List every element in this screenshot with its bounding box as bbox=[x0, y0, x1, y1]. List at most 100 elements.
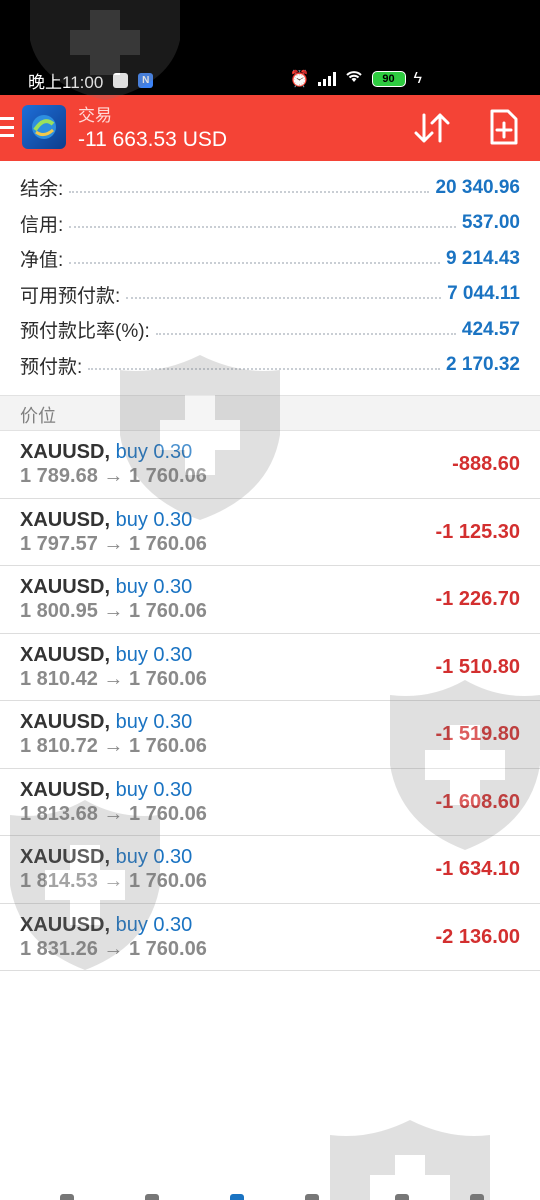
nav-chart-icon[interactable] bbox=[145, 1194, 159, 1200]
position-prices: 1 831.26 → 1 760.06 bbox=[20, 937, 207, 960]
status-right: ⏰ 90 ϟ bbox=[290, 68, 422, 89]
position-header: XAUUSD, buy 0.30 bbox=[20, 914, 192, 937]
summary-label: 净值: bbox=[20, 245, 70, 273]
position-row[interactable]: XAUUSD, buy 0.30 1 797.57 → 1 760.06 -1 12… bbox=[0, 499, 540, 566]
account-summary: 结余: 20 340.96 信用: 537.00 净值: 9 214.43 可用预付款: 7 … bbox=[0, 170, 540, 383]
position-side: buy 0.30 bbox=[115, 711, 193, 733]
charging-icon: ϟ bbox=[413, 69, 422, 87]
notification-n-icon: N bbox=[138, 73, 154, 88]
position-profit: -888.60 bbox=[452, 453, 520, 475]
position-row[interactable]: XAUUSD, buy 0.30 1 814.53 → 1 760.06 -1 63… bbox=[0, 836, 540, 904]
summary-label: 预付款: bbox=[20, 351, 89, 379]
position-separator: , bbox=[104, 441, 111, 463]
position-profit: -1 608.60 bbox=[435, 790, 520, 813]
position-side: buy 0.30 bbox=[115, 441, 193, 463]
app-subtitle: 交易 bbox=[78, 106, 112, 125]
position-row[interactable]: XAUUSD, buy 0.30 1 789.68 → 1 760.06 -888.… bbox=[0, 431, 540, 499]
position-header: XAUUSD, buy 0.30 bbox=[20, 711, 192, 734]
position-prices: 1 813.68 → 1 760.06 bbox=[20, 802, 207, 825]
summary-value: 9 214.43 bbox=[440, 247, 520, 270]
position-row[interactable]: XAUUSD, buy 0.30 1 800.95 → 1 760.06 -1 22… bbox=[0, 566, 540, 634]
position-symbol: XAUUSD bbox=[20, 846, 105, 868]
section-header: 价位 bbox=[0, 395, 540, 431]
position-symbol: XAUUSD bbox=[20, 441, 105, 463]
positions-list: XAUUSD, buy 0.30 1 789.68 → 1 760.06 -888.… bbox=[0, 431, 540, 971]
dotted-leader bbox=[69, 226, 456, 229]
position-separator: , bbox=[104, 643, 111, 666]
position-prices: 1 810.42 → 1 760.06 bbox=[20, 667, 207, 690]
summary-row: 信用: 537.00 bbox=[0, 206, 540, 242]
position-profit: -1 519.80 bbox=[435, 723, 520, 745]
nav-quotes-icon[interactable] bbox=[60, 1194, 74, 1200]
summary-value: 537.00 bbox=[455, 212, 520, 235]
dotted-leader bbox=[88, 368, 441, 371]
summary-value: 20 340.96 bbox=[429, 176, 520, 199]
position-profit: -1 510.80 bbox=[435, 655, 520, 678]
position-header: XAUUSD, buy 0.30 bbox=[20, 846, 192, 869]
bottom-nav bbox=[0, 1188, 540, 1200]
position-symbol: XAUUSD bbox=[20, 778, 105, 801]
position-side: buy 0.30 bbox=[115, 913, 193, 936]
summary-row: 可用预付款: 7 044.11 bbox=[0, 277, 540, 313]
dotted-leader bbox=[69, 190, 430, 193]
status-time: 晚上11:00 bbox=[28, 73, 104, 92]
menu-icon[interactable] bbox=[0, 117, 14, 137]
position-profit: -1 125.30 bbox=[435, 520, 520, 543]
position-side: buy 0.30 bbox=[115, 778, 193, 801]
position-header: XAUUSD, buy 0.30 bbox=[20, 644, 192, 667]
summary-row: 结余: 20 340.96 bbox=[0, 170, 540, 206]
summary-label: 可用预付款: bbox=[20, 280, 127, 308]
position-side: buy 0.30 bbox=[115, 846, 193, 868]
position-profit: -2 136.00 bbox=[435, 925, 520, 948]
summary-value: 7 044.11 bbox=[441, 283, 520, 306]
wifi-icon bbox=[344, 68, 364, 89]
summary-value: 2 170.32 bbox=[440, 354, 520, 377]
summary-label: 结余: bbox=[20, 174, 70, 202]
position-row[interactable]: XAUUSD, buy 0.30 1 831.26 → 1 760.06 -2 13… bbox=[0, 904, 540, 971]
position-prices: 1 797.57 → 1 760.06 bbox=[20, 532, 207, 555]
position-symbol: XAUUSD bbox=[20, 508, 105, 531]
position-header: XAUUSD, buy 0.30 bbox=[20, 441, 192, 464]
position-side: buy 0.30 bbox=[115, 643, 193, 666]
nav-messages-icon[interactable] bbox=[395, 1194, 409, 1200]
status-left: 晚上11:00 N bbox=[28, 68, 154, 93]
nav-history-icon[interactable] bbox=[305, 1194, 319, 1200]
dotted-leader bbox=[69, 261, 441, 264]
position-separator: , bbox=[104, 711, 111, 733]
position-row[interactable]: XAUUSD, buy 0.30 1 813.68 → 1 760.06 -1 60… bbox=[0, 769, 540, 836]
position-symbol: XAUUSD bbox=[20, 576, 105, 598]
nav-trade-icon[interactable] bbox=[230, 1194, 244, 1200]
summary-value: 424.57 bbox=[455, 318, 520, 341]
position-prices: 1 789.68 → 1 760.06 bbox=[20, 465, 207, 487]
position-separator: , bbox=[104, 846, 111, 868]
position-symbol: XAUUSD bbox=[20, 913, 105, 936]
position-symbol: XAUUSD bbox=[20, 711, 105, 733]
position-separator: , bbox=[104, 508, 111, 531]
position-profit: -1 226.70 bbox=[435, 588, 520, 610]
position-symbol: XAUUSD bbox=[20, 643, 105, 666]
position-header: XAUUSD, buy 0.30 bbox=[20, 576, 192, 599]
summary-row: 净值: 9 214.43 bbox=[0, 241, 540, 277]
position-profit: -1 634.10 bbox=[435, 858, 520, 880]
app-logo[interactable] bbox=[22, 105, 66, 149]
dotted-leader bbox=[155, 332, 456, 335]
new-order-icon[interactable] bbox=[488, 109, 520, 145]
position-separator: , bbox=[104, 913, 111, 936]
summary-row: 预付款: 2 170.32 bbox=[0, 348, 540, 384]
position-separator: , bbox=[104, 778, 111, 801]
position-header: XAUUSD, buy 0.30 bbox=[20, 509, 192, 532]
position-row[interactable]: XAUUSD, buy 0.30 1 810.42 → 1 760.06 -1 51… bbox=[0, 634, 540, 701]
phone-app-icon bbox=[113, 73, 129, 88]
position-header: XAUUSD, buy 0.30 bbox=[20, 779, 192, 802]
summary-row: 预付款比率(%): 424.57 bbox=[0, 312, 540, 348]
position-separator: , bbox=[104, 576, 111, 598]
status-bar: 晚上11:00 N ⏰ 90 ϟ bbox=[0, 0, 540, 95]
sort-icon[interactable] bbox=[412, 111, 452, 145]
account-balance-title: -11 663.53 USD bbox=[78, 128, 228, 151]
position-prices: 1 814.53 → 1 760.06 bbox=[20, 870, 207, 892]
position-row[interactable]: XAUUSD, buy 0.30 1 810.72 → 1 760.06 -1 51… bbox=[0, 701, 540, 769]
dotted-leader bbox=[126, 297, 442, 300]
position-prices: 1 810.72 → 1 760.06 bbox=[20, 735, 207, 757]
position-side: buy 0.30 bbox=[115, 508, 193, 531]
nav-settings-icon[interactable] bbox=[470, 1194, 484, 1200]
